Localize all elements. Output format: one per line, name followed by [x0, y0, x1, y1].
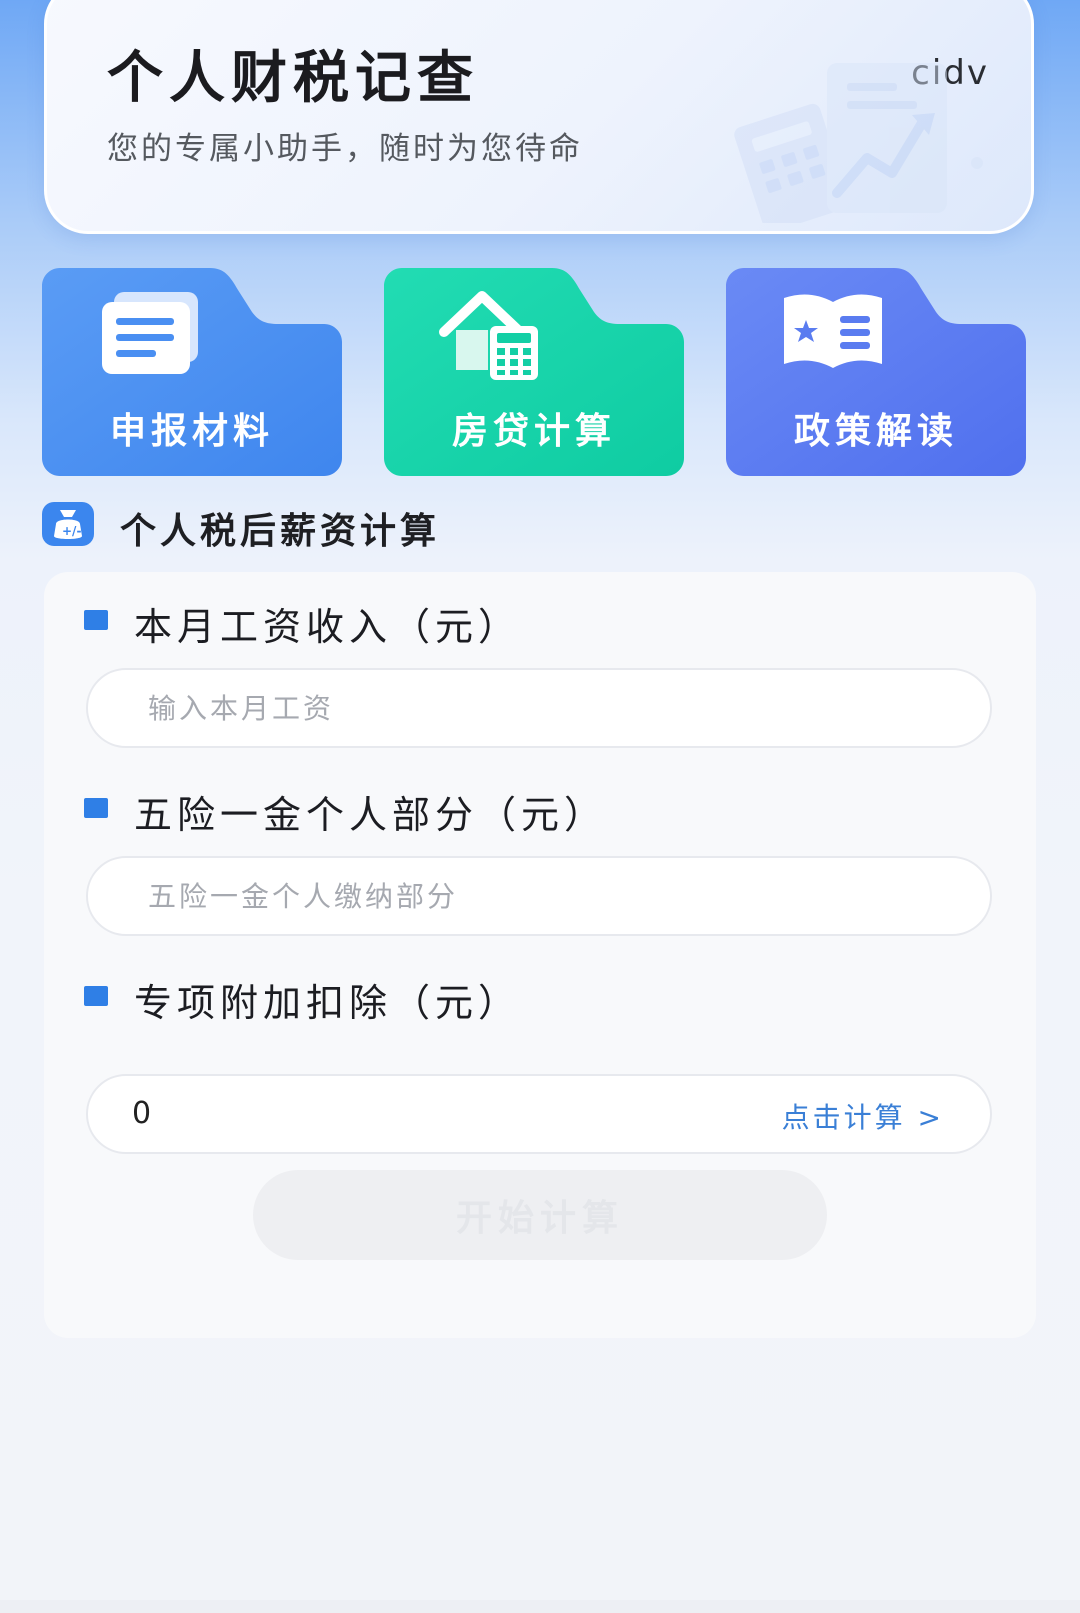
- salary-field-label: 本月工资收入（元）: [134, 605, 522, 649]
- finance-chart-illustration-icon: [734, 63, 983, 223]
- quick-action-label: 政策解读: [793, 411, 958, 452]
- section-title: 个人税后薪资计算: [120, 511, 441, 552]
- page-subtitle: 您的专属小助手，随时为您待命: [107, 131, 583, 167]
- bottom-divider: [0, 1600, 1080, 1613]
- insurance-field-label: 五险一金个人部分（元）: [134, 793, 608, 837]
- bullet-marker: [84, 986, 108, 1006]
- deduction-field[interactable]: 0 点击计算 >: [86, 1074, 992, 1154]
- quick-action-policy-interpretation[interactable]: 政策解读: [726, 268, 1026, 476]
- quick-actions: 申报材料 房贷计算 政策解读: [42, 268, 1038, 478]
- bullet-marker: [84, 798, 108, 818]
- salary-input[interactable]: [86, 668, 992, 748]
- house-calculator-icon: [439, 291, 538, 380]
- salary-calculator-form: 本月工资收入（元） 五险一金个人部分（元） 专项附加扣除（元） 0 点击计算 >…: [44, 572, 1036, 1338]
- insurance-input[interactable]: [86, 856, 992, 936]
- deduction-field-label: 专项附加扣除（元）: [134, 981, 522, 1025]
- deduction-value: 0: [132, 1096, 152, 1131]
- quick-action-label: 房贷计算: [451, 411, 616, 452]
- quick-action-mortgage-calculator[interactable]: 房贷计算: [384, 268, 684, 476]
- bullet-marker: [84, 610, 108, 630]
- svg-text:+/-: +/-: [62, 524, 81, 538]
- quick-action-declaration-materials[interactable]: 申报材料: [42, 268, 342, 476]
- policy-book-icon: [784, 294, 882, 368]
- page-title: 个人财税记查: [107, 46, 479, 111]
- start-calculation-button[interactable]: 开始计算: [253, 1170, 827, 1260]
- header-card: 个人财税记查 您的专属小助手，随时为您待命 cidv: [44, 0, 1034, 234]
- money-bag-icon: +/-: [42, 502, 94, 546]
- document-stack-icon: [102, 292, 198, 374]
- calculate-deduction-link[interactable]: 点击计算 >: [782, 1096, 944, 1136]
- quick-action-label: 申报材料: [109, 411, 274, 452]
